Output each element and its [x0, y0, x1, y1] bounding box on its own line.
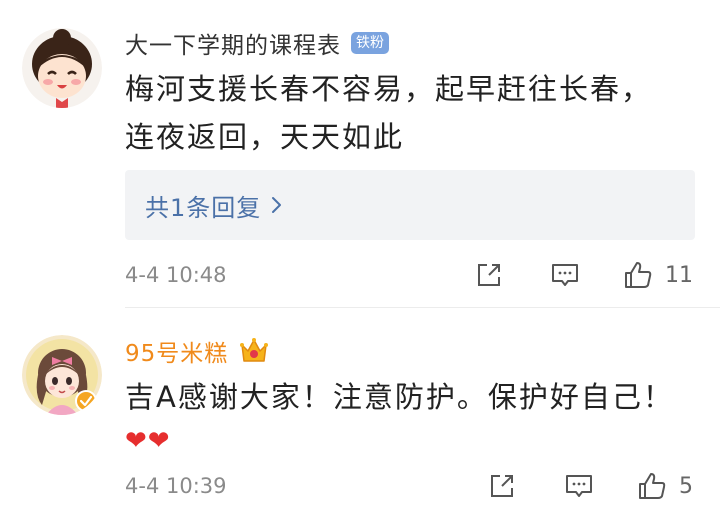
- comment-item: 95号米糕 吉A感谢大家！注意防护。保护好自己！ ❤❤ 4-4 10:39 5: [0, 308, 720, 522]
- share-button[interactable]: [475, 261, 503, 289]
- cartoon-girl-avatar-icon: [22, 28, 102, 108]
- username[interactable]: 大一下学期的课程表: [125, 26, 341, 60]
- like-button[interactable]: 5: [637, 472, 693, 500]
- thumbs-up-icon: [625, 262, 652, 288]
- comment-header: 95号米糕: [125, 334, 270, 368]
- comment-text: 吉A感谢大家！注意防护。保护好自己！: [125, 380, 674, 414]
- like-count: 11: [665, 262, 693, 288]
- view-replies-link[interactable]: 共1条回复: [145, 188, 283, 223]
- comment-item: 大一下学期的课程表 铁粉 梅河支援长春不容易，起早赶往长春， 连夜返回，天天如此…: [0, 0, 720, 308]
- timestamp: 4-4 10:39: [125, 474, 227, 498]
- crown-icon: [240, 338, 269, 362]
- thumbs-up-icon: [639, 473, 666, 499]
- comment-header: 大一下学期的课程表 铁粉: [125, 26, 389, 60]
- like-count: 5: [679, 473, 693, 499]
- reply-summary-box[interactable]: 共1条回复: [125, 170, 695, 240]
- avatar[interactable]: [22, 28, 102, 108]
- reply-count-label: 共1条回复: [145, 193, 262, 222]
- share-icon: [491, 475, 513, 497]
- share-icon: [478, 264, 500, 286]
- comment-meta: 4-4 10:39 5: [125, 469, 720, 503]
- share-button[interactable]: [488, 472, 516, 500]
- chevron-right-icon: [272, 197, 282, 213]
- username[interactable]: 95号米糕: [125, 334, 228, 368]
- heart-emoji: ❤❤: [125, 426, 171, 456]
- avatar[interactable]: [22, 335, 102, 415]
- comment-meta: 4-4 10:48 11: [125, 258, 720, 292]
- comment-text-line: 连夜返回，天天如此: [125, 120, 405, 154]
- anime-girl-avatar-icon: [22, 335, 102, 415]
- comment-icon: [552, 264, 578, 286]
- like-button[interactable]: 11: [623, 261, 693, 289]
- reply-button[interactable]: [550, 261, 580, 289]
- comment-text-line: 梅河支援长春不容易，起早赶往长春，: [125, 72, 653, 106]
- fan-badge: 铁粉: [351, 32, 389, 54]
- comment-text: 梅河支援长春不容易，起早赶往长春， 连夜返回，天天如此: [125, 65, 690, 161]
- timestamp: 4-4 10:48: [125, 263, 227, 287]
- reply-button[interactable]: [564, 472, 594, 500]
- comment-icon: [566, 475, 592, 497]
